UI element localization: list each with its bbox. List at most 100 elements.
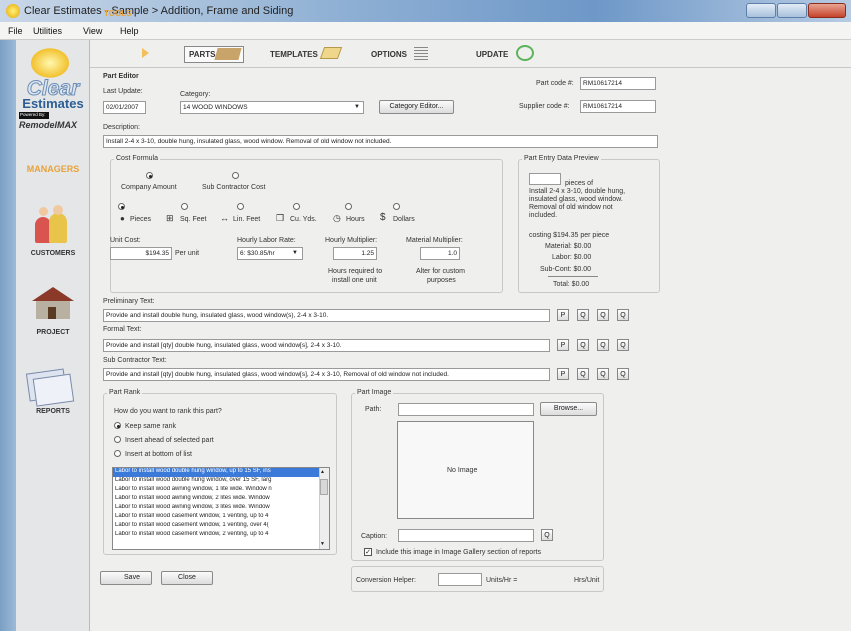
company-amount-radio[interactable] — [146, 172, 153, 179]
list-item[interactable]: Labor to install wood double hung window… — [113, 477, 319, 486]
insert-ahead-radio[interactable] — [114, 436, 121, 443]
unit-cuyds-radio[interactable] — [293, 203, 300, 210]
menu-file[interactable]: File — [8, 26, 23, 36]
sub-q-button-2[interactable]: Q — [597, 368, 609, 380]
supplier-code-field[interactable]: RM10617214 — [580, 100, 656, 113]
caption-field[interactable] — [398, 529, 534, 542]
rank-list-scroll-thumb[interactable] — [320, 479, 328, 495]
unit-cuyds-label: Cu. Yds. — [290, 216, 317, 223]
sub-contractor-radio[interactable] — [232, 172, 239, 179]
unit-linfeet-label: Lin. Feet — [233, 216, 261, 223]
no-image-text: No Image — [447, 467, 478, 474]
parts-tab[interactable]: PARTS — [189, 50, 216, 59]
customers-button[interactable]: CUSTOMERS — [16, 250, 90, 257]
part-editor-title: Part Editor — [103, 73, 139, 80]
material-multiplier-field[interactable]: 1.0 — [420, 247, 460, 260]
save-button[interactable]: Save — [100, 571, 152, 585]
part-rank-title: Part Rank — [107, 389, 143, 396]
preliminary-text-field[interactable]: Provide and install double hung, insulat… — [103, 309, 550, 322]
category-select[interactable]: 14 WOOD WINDOWS — [180, 101, 364, 114]
minimize-button[interactable] — [746, 3, 776, 18]
unit-dollars-radio[interactable] — [393, 203, 400, 210]
prelim-q-button-1[interactable]: Q — [577, 309, 589, 321]
reports-button[interactable]: REPORTS — [16, 408, 90, 415]
company-amount-label: Company Amount — [121, 184, 177, 191]
insert-ahead-label: Insert ahead of selected part — [125, 437, 214, 444]
category-editor-button[interactable]: Category Editor... — [379, 100, 454, 114]
menu-help[interactable]: Help — [120, 26, 139, 36]
unit-linfeet-radio[interactable] — [237, 203, 244, 210]
unit-sqfeet-radio[interactable] — [181, 203, 188, 210]
list-item[interactable]: Labor to install wood awning window, 1 l… — [113, 486, 319, 495]
powered-by: Powered By: — [19, 112, 49, 119]
category-dropdown-icon[interactable]: ▼ — [354, 104, 360, 110]
unit-cost-field[interactable]: $194.35 — [110, 247, 172, 260]
sub-p-button[interactable]: P — [557, 368, 569, 380]
tools-tab[interactable]: TOOLS — [104, 9, 131, 18]
scroll-down-icon[interactable]: ▼ — [320, 541, 325, 547]
alter-note-2: purposes — [427, 277, 456, 284]
update-tab[interactable]: UPDATE — [476, 50, 508, 59]
preview-text-2: insulated glass, wood window. — [529, 196, 623, 203]
conversion-units-field[interactable] — [438, 573, 482, 586]
options-tab[interactable]: OPTIONS — [371, 50, 407, 59]
list-item[interactable]: Labor to install wood casement window, 1… — [113, 513, 319, 522]
cuyds-icon: ❒ — [276, 213, 285, 223]
options-icon — [414, 47, 428, 60]
supplier-code-label: Supplier code #: — [519, 103, 570, 110]
scroll-up-icon[interactable]: ▲ — [320, 469, 325, 475]
unit-pieces-radio[interactable] — [118, 203, 125, 210]
prelim-q-button-3[interactable]: Q — [617, 309, 629, 321]
hrs-unit-label: Hrs/Unit — [574, 577, 600, 584]
preliminary-text-label: Preliminary Text: — [103, 298, 155, 305]
list-item[interactable]: Labor to install wood casement window, 2… — [113, 531, 319, 540]
formal-q-button-2[interactable]: Q — [597, 339, 609, 351]
templates-tab[interactable]: TEMPLATES — [270, 50, 318, 59]
prelim-p-button[interactable]: P — [557, 309, 569, 321]
preview-qty-field[interactable] — [529, 173, 561, 185]
image-path-field[interactable] — [398, 403, 534, 416]
browse-button[interactable]: Browse... — [540, 402, 597, 416]
insert-bottom-radio[interactable] — [114, 450, 121, 457]
formal-text-field[interactable]: Provide and install [qty] double hung, i… — [103, 339, 550, 352]
dollars-icon: $ — [380, 212, 386, 223]
part-code-field[interactable]: RM10617214 — [580, 77, 656, 90]
app-icon — [6, 4, 20, 18]
sub-q-button-3[interactable]: Q — [617, 368, 629, 380]
formal-p-button[interactable]: P — [557, 339, 569, 351]
sub-contractor-text-label: Sub Contractor Text: — [103, 357, 167, 364]
list-item[interactable]: Labor to install wood casement window, 1… — [113, 522, 319, 531]
unit-hours-radio[interactable] — [345, 203, 352, 210]
last-update-field[interactable]: 02/01/2007 — [103, 101, 146, 114]
keep-rank-radio[interactable] — [114, 422, 121, 429]
managers-button[interactable]: MANAGERS — [17, 164, 89, 174]
close-window-button[interactable] — [808, 3, 846, 18]
alter-note-1: Alter for custom — [416, 268, 466, 275]
caption-q-button[interactable]: Q — [541, 529, 553, 541]
list-item[interactable]: Labor to install wood awning window, 3 l… — [113, 504, 319, 513]
hourly-multiplier-label: Hourly Multiplier: — [325, 237, 378, 244]
include-gallery-checkbox[interactable]: ✓ — [364, 548, 372, 556]
unit-cost-label: Unit Cost: — [110, 237, 141, 244]
formal-q-button-3[interactable]: Q — [617, 339, 629, 351]
tools-arrow-icon — [142, 48, 149, 58]
description-field[interactable]: Install 2-4 x 3-10, double hung, insulat… — [103, 135, 658, 148]
maximize-button[interactable] — [777, 3, 807, 18]
hourly-multiplier-field[interactable]: 1.25 — [333, 247, 377, 260]
preview-text-3: Removal of old window not — [529, 204, 613, 211]
sub-contractor-text-field[interactable]: Provide and install [qty] double hung, i… — [103, 368, 550, 381]
formal-text-label: Formal Text: — [103, 326, 142, 333]
list-item[interactable]: Labor to install wood double hung window… — [113, 468, 319, 477]
preview-total: Total: $0.00 — [553, 281, 590, 288]
list-item[interactable]: Labor to install wood awning window, 2 l… — [113, 495, 319, 504]
menu-utilities[interactable]: Utilities — [33, 26, 62, 36]
part-image-title: Part Image — [355, 389, 394, 396]
menu-view[interactable]: View — [83, 26, 102, 36]
project-button[interactable]: PROJECT — [16, 329, 90, 336]
formal-q-button-1[interactable]: Q — [577, 339, 589, 351]
sub-q-button-1[interactable]: Q — [577, 368, 589, 380]
prelim-q-button-2[interactable]: Q — [597, 309, 609, 321]
close-button[interactable]: Close — [161, 571, 213, 585]
reports-icon — [25, 367, 82, 408]
labor-rate-dropdown-icon[interactable]: ▼ — [292, 250, 298, 256]
